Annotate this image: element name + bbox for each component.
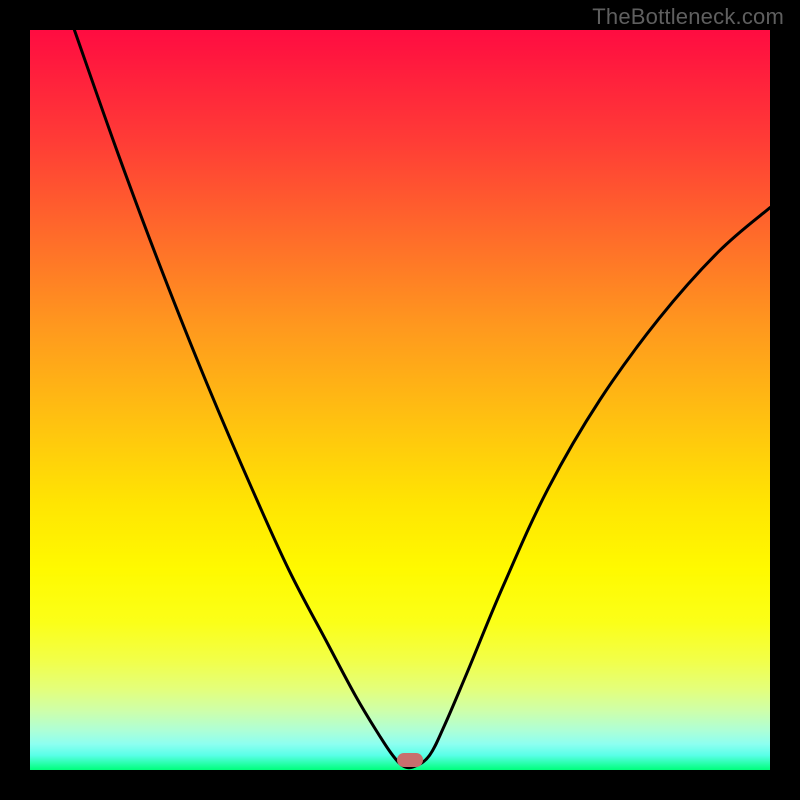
bottleneck-curve <box>30 30 770 770</box>
optimal-marker <box>397 753 423 767</box>
plot-area <box>30 30 770 770</box>
watermark-text: TheBottleneck.com <box>592 4 784 30</box>
chart-frame: TheBottleneck.com <box>0 0 800 800</box>
